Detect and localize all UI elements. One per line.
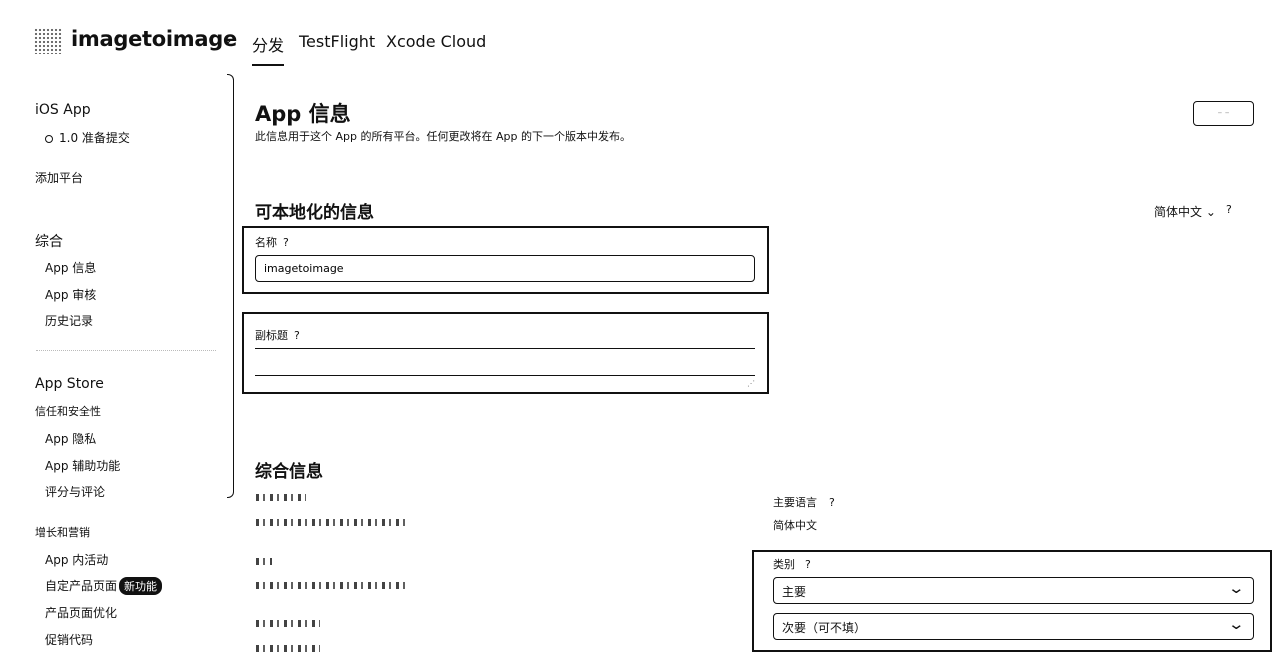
app-name[interactable]: imagetoimage [71,27,237,51]
localizable-section-title: 可本地化的信息 [255,203,374,223]
save-button[interactable]: – – [1193,101,1254,126]
sidebar-item-app-privacy[interactable]: App 隐私 [45,430,96,447]
secondary-category-select[interactable]: 次要（可不填） ⌄ [773,613,1254,640]
sidebar-subsection-growth: 增长和营销 [35,526,90,539]
sidebar-item-ratings[interactable]: 评分与评论 [45,483,105,500]
sidebar-ios-app[interactable]: iOS App [35,102,91,118]
primary-language-value[interactable]: 简体中文 [773,517,817,533]
resize-grip-icon[interactable]: ⋰ [747,379,755,388]
sidebar-version-label: 1.0 准备提交 [59,131,130,145]
sidebar-item-promo-codes[interactable]: 促销代码 [45,631,93,648]
sidebar-section-general: 综合 [35,234,63,250]
general-info-section-title: 综合信息 [255,462,323,482]
chevron-down-icon: ⌄ [1205,205,1216,219]
sidebar-subsection-trust: 信任和安全性 [35,405,101,418]
sidebar-item-accessibility[interactable]: App 辅助功能 [45,457,120,474]
name-label: 名称? [255,236,289,249]
obscured-text [256,645,320,652]
category-label: 类别? [773,558,811,571]
top-bar: imagetoimage ⌄ 分发 TestFlight Xcode Cloud [0,0,1280,70]
subtitle-input[interactable] [255,348,755,376]
help-icon[interactable]: ? [805,558,811,571]
subtitle-label: 副标题? [255,329,300,342]
tab-xcode-cloud[interactable]: Xcode Cloud [386,32,486,51]
sidebar-item-history[interactable]: 历史记录 [45,312,93,329]
sidebar-item-app-review[interactable]: App 审核 [45,286,96,303]
secondary-category-value: 次要（可不填） [782,621,867,635]
name-input[interactable] [255,255,755,282]
primary-category-select[interactable]: 主要 ⌄ [773,577,1254,604]
page-description: 此信息用于这个 App 的所有平台。任何更改将在 App 的下一个版本中发布。 [255,130,631,143]
sidebar-section-app-store: App Store [35,376,104,392]
obscured-text [256,582,410,589]
help-icon[interactable]: ? [1226,203,1232,216]
help-icon[interactable]: ? [294,329,300,342]
sidebar-item-custom-pages[interactable]: 自定产品页面 新功能 [45,577,163,595]
sidebar-divider [36,350,216,351]
sidebar-item-page-optimization[interactable]: 产品页面优化 [45,604,117,621]
name-field-group: 名称? [242,226,769,294]
new-badge: 新功能 [119,577,163,595]
sidebar-item-in-app-events[interactable]: App 内活动 [45,551,108,568]
chevron-down-icon: ⌄ [1227,615,1246,633]
sidebar: iOS App 1.0 准备提交 添加平台 综合 App 信息 App 审核 历… [0,70,240,656]
chevron-down-icon[interactable]: ⌄ [221,30,234,48]
obscured-text [256,558,272,565]
sidebar-item-app-info[interactable]: App 信息 [45,259,96,276]
sidebar-version-item[interactable]: 1.0 准备提交 [45,129,130,146]
sidebar-scrollbar[interactable] [227,74,234,498]
chevron-down-icon: ⌄ [1227,579,1246,597]
help-icon[interactable]: ? [283,236,289,249]
obscured-text [256,620,320,627]
status-circle-icon [45,135,53,143]
tab-distribution[interactable]: 分发 [252,32,285,66]
obscured-text [256,519,410,526]
app-logo-icon [34,28,62,54]
page-title: App 信息 [255,102,351,126]
sidebar-add-platform[interactable]: 添加平台 [35,169,83,186]
language-selector[interactable]: 简体中文 ⌄ [1154,203,1216,220]
obscured-text [256,494,306,501]
primary-category-value: 主要 [782,585,807,599]
tab-testflight[interactable]: TestFlight [299,32,375,51]
language-label: 简体中文 [1154,205,1203,219]
subtitle-field-group: 副标题? ⋰ [242,312,769,394]
help-icon[interactable]: ? [829,496,835,509]
sidebar-item-label: 自定产品页面 [45,579,118,593]
primary-language-label: 主要语言? [773,496,835,509]
